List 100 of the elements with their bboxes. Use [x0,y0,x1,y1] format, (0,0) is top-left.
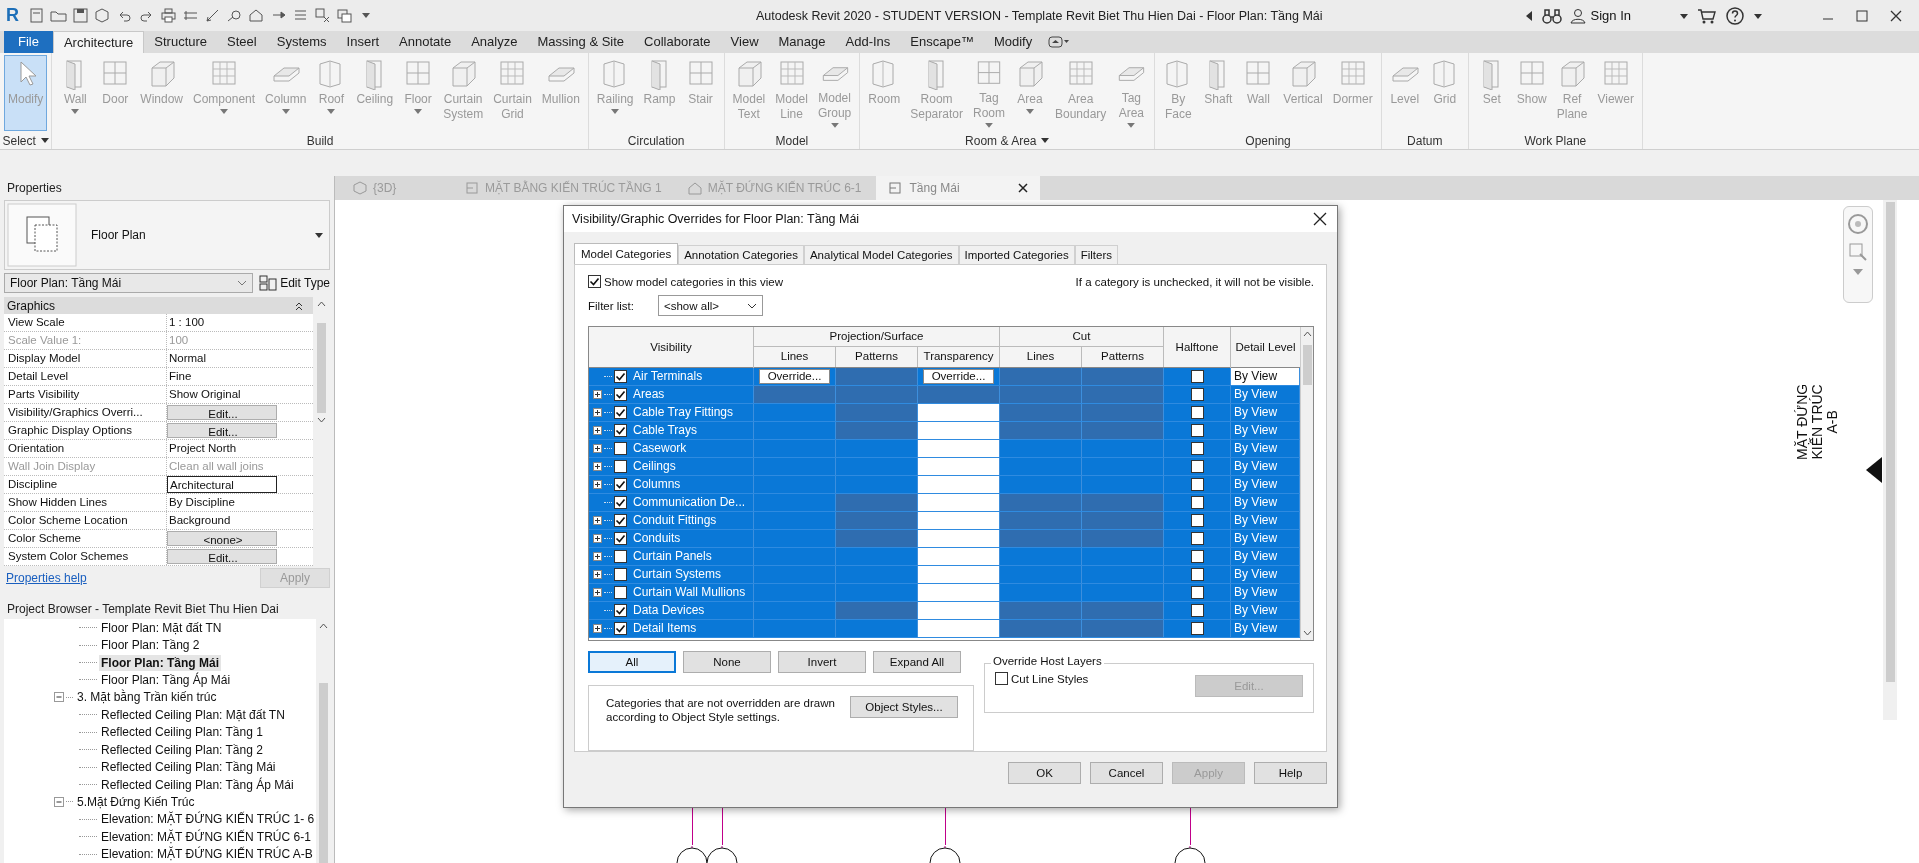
value-field[interactable]: Architectural [167,476,277,493]
ribbon-tab[interactable]: Architecture [52,31,145,53]
scrollbar[interactable] [1300,326,1313,640]
scrollbar[interactable] [1883,200,1897,720]
checkbox[interactable] [614,567,627,581]
ribbon-tab[interactable]: Add-Ins [835,31,901,53]
dialog-tab[interactable]: Analytical Model Categories [803,245,959,264]
ribbon-button[interactable]: Room [864,55,905,131]
dialog-button[interactable]: Cancel [1090,762,1163,784]
tree-item[interactable]: 5.Mặt Đứng Kiến Trúc [75,793,197,810]
checkbox[interactable] [1190,513,1204,527]
expand-icon[interactable] [593,533,602,543]
caret-icon[interactable] [40,138,49,143]
print-icon[interactable] [160,7,177,24]
tree-item[interactable]: Reflected Ceiling Plan: Mặt đất TN [99,706,287,723]
tree-item[interactable]: Elevation: MẶT ĐỨNG KIẾN TRÚC A-B [99,846,315,863]
close-icon[interactable] [1889,8,1903,23]
ribbon-button[interactable]: Window [136,55,188,131]
sign-in-button[interactable]: Sign In [1569,7,1631,24]
type-selector[interactable]: Floor Plan [4,200,330,270]
ribbon-tab[interactable]: Annotate [389,31,462,53]
windows-icon[interactable] [336,7,353,24]
checkbox[interactable] [1190,423,1204,437]
house-icon[interactable] [248,7,265,24]
tree-item[interactable]: Floor Plan: Tầng Mái [99,654,221,671]
ribbon-button[interactable]: Mullion [537,55,584,131]
checkbox[interactable] [614,387,627,401]
detail-level-value[interactable]: By View [1231,405,1299,420]
dialog-tab[interactable]: Filters [1074,245,1118,264]
detail-level-value[interactable]: By View [1231,567,1299,582]
edit-button[interactable]: Edit... [167,405,277,420]
dialog-tab[interactable]: Annotation Categories [678,245,804,264]
checkbox[interactable] [1190,585,1204,599]
ribbon-button[interactable]: Vertical [1279,55,1327,131]
ribbon-tab[interactable]: Structure [144,31,218,53]
ribbon-button[interactable]: By Face [1159,55,1198,131]
tree-item[interactable]: Elevation: MẶT ĐỨNG KIẾN TRÚC 6-1 [99,828,313,845]
checkbox[interactable] [614,459,627,473]
checkbox[interactable] [614,549,627,563]
category-name[interactable]: Cable Tray Fittings [633,405,734,420]
maximize-icon[interactable] [1855,8,1869,23]
category-name[interactable]: Detail Items [633,621,697,636]
tree-item[interactable]: Reflected Ceiling Plan: Tầng Áp Mái [99,776,296,793]
scrollbar[interactable] [316,619,330,863]
tree-item[interactable]: 3. Mặt bằng Trần kiến trúc [75,689,219,706]
expand-icon[interactable] [593,407,602,417]
ribbon-button[interactable]: Room Separator [906,55,967,131]
edit-button[interactable]: Edit... [167,549,277,564]
checkbox[interactable] [614,477,627,491]
ribbon-button[interactable]: Door [96,55,135,131]
checkbox[interactable] [614,423,627,437]
ribbon-button[interactable]: Railing [592,55,638,131]
category-name[interactable]: Air Terminals [633,369,703,384]
ribbon-button[interactable]: Column [261,55,311,131]
scrollbar-thumb[interactable] [1885,202,1895,682]
detail-level-value[interactable]: By View [1231,531,1299,546]
category-name[interactable]: Curtain Panels [633,549,712,564]
detail-level-value[interactable]: By View [1231,603,1299,618]
detail-level-value[interactable]: By View [1231,621,1299,636]
category-name[interactable]: Conduit Fittings [633,513,717,528]
ribbon-button[interactable]: Wall [56,55,95,131]
steering-wheel-icon[interactable] [1847,213,1869,235]
category-name[interactable]: Curtain Wall Mullions [633,585,746,600]
help-icon[interactable] [1725,5,1745,26]
dialog-button[interactable]: Invert [778,651,866,673]
checkbox[interactable] [1190,387,1204,401]
category-name[interactable]: Ceilings [633,459,676,474]
close-icon[interactable] [1313,212,1327,226]
tree-item[interactable]: Elevation: MẶT ĐỨNG KIẾN TRÚC 1- 6 [99,811,317,828]
instance-dropdown[interactable]: Floor Plan: Tầng Mái [4,273,254,293]
dialog-tab[interactable]: Imported Categories [958,245,1075,264]
checkbox[interactable] [1190,549,1204,563]
checkbox[interactable] [614,513,627,527]
expand-icon[interactable] [593,623,602,633]
tree-item[interactable]: Reflected Ceiling Plan: Tầng Mái [99,759,278,776]
dialog-button[interactable]: None [683,651,771,673]
ribbon-tab[interactable]: View [720,31,769,53]
ribbon-button[interactable]: Grid [1425,55,1464,131]
checkbox[interactable] [1190,531,1204,545]
ribbon-tab[interactable]: Systems [266,31,337,53]
scrollbar-thumb[interactable] [1302,344,1312,385]
group-header[interactable]: Graphics [4,297,313,314]
detail-level-value[interactable]: By View [1231,459,1299,474]
checkbox[interactable] [1190,603,1204,617]
ribbon-button[interactable]: Show [1512,55,1551,131]
tree-item[interactable]: Floor Plan: Tầng 2 [99,637,202,654]
ribbon-button[interactable]: Tag Area [1112,55,1151,131]
expand-icon[interactable] [593,515,602,525]
expand-icon[interactable] [593,569,602,579]
ribbon-tab[interactable]: Steel [217,31,267,53]
override-button[interactable]: Override... [758,368,831,384]
checkbox[interactable] [1190,441,1204,455]
caret-icon[interactable] [1041,138,1050,143]
ribbon-tab[interactable]: Insert [336,31,390,53]
category-name[interactable]: Cable Trays [633,423,698,438]
ribbon-button[interactable]: Curtain Grid [489,55,536,131]
close-windows-icon[interactable] [314,7,331,24]
edit-button[interactable]: <none> [167,531,277,546]
ribbon-tab[interactable]: Collaborate [634,31,721,53]
expand-icon[interactable] [593,389,602,399]
